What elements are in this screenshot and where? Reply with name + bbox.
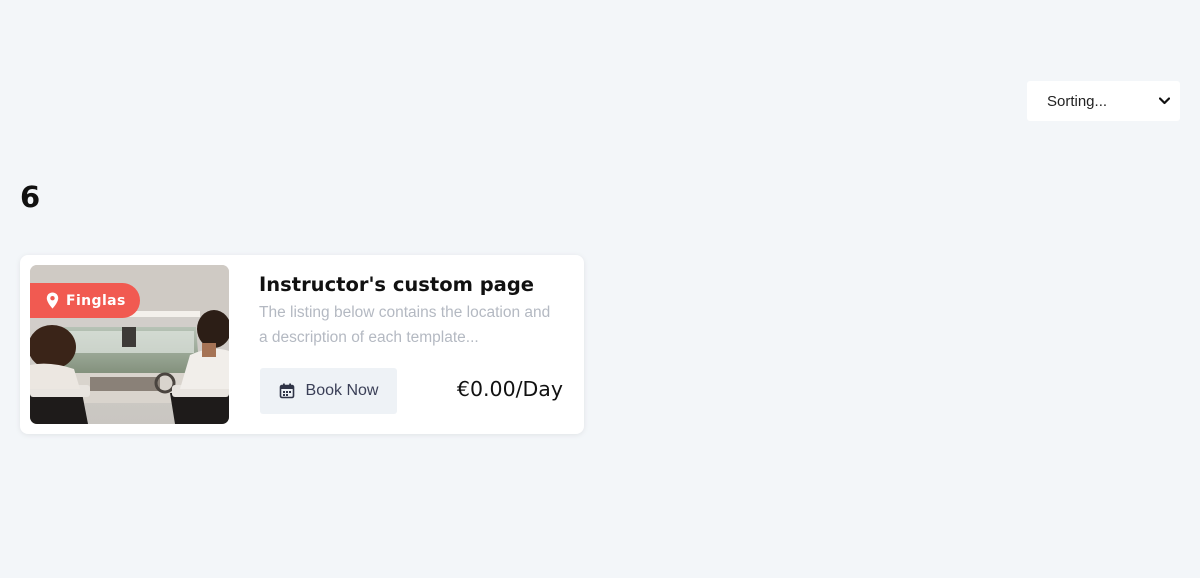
location-label: Finglas: [66, 292, 126, 309]
sorting-dropdown[interactable]: Sorting...: [1027, 81, 1180, 121]
location-badge[interactable]: Finglas: [30, 283, 140, 318]
book-now-label: Book Now: [305, 382, 379, 399]
book-now-button[interactable]: Book Now: [260, 368, 397, 414]
listing-card[interactable]: Finglas Instructor's custom page The lis…: [20, 255, 584, 434]
chevron-down-icon: [1158, 95, 1170, 107]
listing-title[interactable]: Instructor's custom page: [259, 273, 534, 296]
listing-description: The listing below contains the location …: [259, 304, 551, 346]
calendar-icon: [279, 383, 294, 399]
sorting-selected-value: Sorting...: [1047, 92, 1108, 110]
result-count: 6: [20, 180, 41, 214]
listing-image[interactable]: Finglas: [30, 265, 229, 424]
listing-price: €0.00/Day: [456, 377, 563, 401]
map-pin-icon: [46, 292, 59, 309]
